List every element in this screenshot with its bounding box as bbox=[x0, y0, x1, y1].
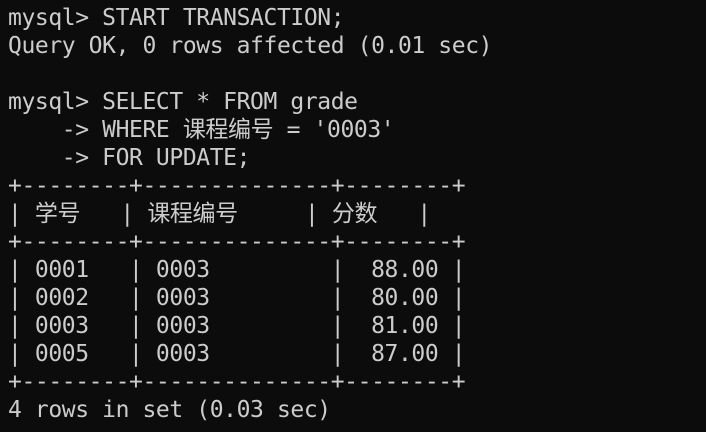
table-row: | 0005 | 0003 | 87.00 | bbox=[8, 341, 466, 367]
rows-in-set-output: 4 rows in set (0.03 sec) bbox=[8, 397, 331, 423]
table-row: | 0001 | 0003 | 88.00 | bbox=[8, 257, 466, 283]
prompt-line-start-transaction: mysql> START TRANSACTION; bbox=[8, 5, 345, 31]
prompt-line-select: mysql> SELECT * FROM grade bbox=[8, 89, 358, 115]
table-border-top: +--------+--------------+--------+ bbox=[8, 173, 466, 199]
continuation-line-for-update: -> FOR UPDATE; bbox=[8, 145, 251, 171]
continuation-line-where: -> WHERE 课程编号 = '0003' bbox=[8, 117, 395, 143]
table-border-header: +--------+--------------+--------+ bbox=[8, 229, 466, 255]
table-border-bottom: +--------+--------------+--------+ bbox=[8, 369, 466, 395]
terminal-window[interactable]: mysql> START TRANSACTION; Query OK, 0 ro… bbox=[0, 0, 706, 432]
query-ok-output: Query OK, 0 rows affected (0.01 sec) bbox=[8, 33, 493, 59]
table-row: | 0003 | 0003 | 81.00 | bbox=[8, 313, 466, 339]
table-header-row: | 学号 | 课程编号 | 分数 | bbox=[8, 201, 431, 227]
table-row: | 0002 | 0003 | 80.00 | bbox=[8, 285, 466, 311]
